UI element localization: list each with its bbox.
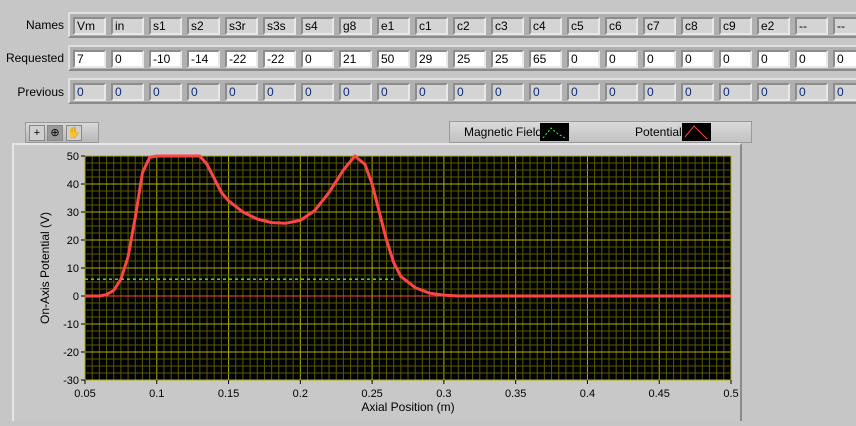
y-tick-label: 20 [67,235,79,247]
previous-value: 0 [605,83,638,101]
name-cell: s2 [187,17,220,35]
potential-chart: 0.05 0.1 0.15 0.2 0.25 0.3 0.35 0.4 0.45 0.5 50 40 3… [38,151,739,414]
row-label-previous: Previous [17,85,64,99]
previous-value: 0 [491,83,524,101]
name-cell: c7 [643,17,676,35]
row-label-requested: Requested [5,51,64,65]
name-cell: c9 [719,17,752,35]
requested-input[interactable]: 25 [491,50,524,68]
requested-input[interactable]: 65 [529,50,562,68]
name-cell: c2 [453,17,486,35]
name-cell: -- [833,17,856,35]
previous-value: 0 [529,83,562,101]
name-cell: c5 [567,17,600,35]
x-tick-label: 0.3 [436,388,451,400]
name-cell: c3 [491,17,524,35]
name-cell: e1 [377,17,410,35]
name-cell: Vm [73,17,106,35]
requested-input[interactable]: -14 [187,50,220,68]
zoom-tool-icon[interactable]: ⊕ [47,125,63,141]
previous-value: 0 [719,83,752,101]
previous-value: 0 [681,83,714,101]
x-axis-label: Axial Position (m) [361,400,454,414]
previous-value: 0 [301,83,334,101]
requested-input[interactable]: 25 [453,50,486,68]
x-tick-label: 0.4 [580,388,595,400]
row-label-names: Names [25,18,64,32]
previous-value: 0 [225,83,258,101]
y-tick-label: 30 [67,207,79,219]
x-tick-label: 0.2 [293,388,308,400]
name-cell: g8 [339,17,372,35]
legend-magnetic-field-swatch[interactable] [540,123,569,141]
graph-palette: + ⊕ ✋ [25,122,99,143]
name-cell: c1 [415,17,448,35]
requested-input[interactable]: 29 [415,50,448,68]
x-tick-label: 0.25 [361,388,382,400]
requested-input[interactable]: 0 [111,50,144,68]
previous-value: 0 [263,83,296,101]
plot-legend: Magnetic Field (T) Potential (V) [449,121,752,143]
previous-value: 0 [795,83,828,101]
pan-tool-icon[interactable]: ✋ [66,125,82,141]
y-tick-label: -10 [63,319,79,331]
previous-value: 0 [453,83,486,101]
requested-input[interactable]: 0 [833,50,856,68]
x-tick-label: 0.1 [149,388,164,400]
requested-input[interactable]: 0 [567,50,600,68]
name-cell: c6 [605,17,638,35]
previous-value: 0 [567,83,600,101]
y-axis-label: On-Axis Potential (V) [38,212,52,324]
previous-value: 0 [643,83,676,101]
name-cell: -- [795,17,828,35]
cursor-tool-icon[interactable]: + [29,125,45,141]
x-tick-label: 0.45 [649,388,670,400]
previous-value: 0 [377,83,410,101]
previous-value: 0 [73,83,106,101]
y-tick-label: 0 [73,291,79,303]
y-tick-label: 50 [67,151,79,163]
x-tick-label: 0.35 [505,388,526,400]
y-tick-label: 10 [67,263,79,275]
name-cell: in [111,17,144,35]
name-cell: s1 [149,17,182,35]
requested-input[interactable]: 0 [681,50,714,68]
requested-input[interactable]: 0 [795,50,828,68]
name-cell: c4 [529,17,562,35]
previous-array: 000000000000000000000 [68,78,856,104]
y-tick-label: 40 [67,179,79,191]
requested-input[interactable]: -10 [149,50,182,68]
requested-input[interactable]: 0 [643,50,676,68]
requested-input[interactable]: 7 [73,50,106,68]
requested-input[interactable]: -22 [263,50,296,68]
y-tick-label: -30 [63,375,79,387]
previous-value: 0 [111,83,144,101]
x-tick-label: 0.15 [218,388,239,400]
legend-potential-swatch[interactable] [682,123,711,141]
names-array: Vm in s1 s2 s3r s3s s4 g8 e1 c1 c2 c3 c4 c5 c6 c7 c8 c9 e2… [68,12,856,38]
requested-input[interactable]: -22 [225,50,258,68]
name-cell: e2 [757,17,790,35]
previous-value: 0 [149,83,182,101]
previous-value: 0 [757,83,790,101]
name-cell: s3s [263,17,296,35]
requested-array: 7 0 -10 -14 -22 -22 0 21 50 29 25 25 65 0 0 0 0 0 0 0 0 [68,45,856,71]
y-tick-label: -20 [63,347,79,359]
requested-input[interactable]: 0 [605,50,638,68]
requested-input[interactable]: 50 [377,50,410,68]
x-tick-label: 0.05 [74,388,95,400]
previous-value: 0 [415,83,448,101]
name-cell: s3r [225,17,258,35]
previous-value: 0 [339,83,372,101]
previous-value: 0 [833,83,856,101]
x-tick-label: 0.5 [723,388,738,400]
requested-input[interactable]: 21 [339,50,372,68]
name-cell: c8 [681,17,714,35]
graph-panel: 0.05 0.1 0.15 0.2 0.25 0.3 0.35 0.4 0.45 0.5 50 40 3… [12,143,742,421]
requested-input[interactable]: 0 [757,50,790,68]
name-cell: s4 [301,17,334,35]
previous-value: 0 [187,83,220,101]
requested-input[interactable]: 0 [719,50,752,68]
requested-input[interactable]: 0 [301,50,334,68]
